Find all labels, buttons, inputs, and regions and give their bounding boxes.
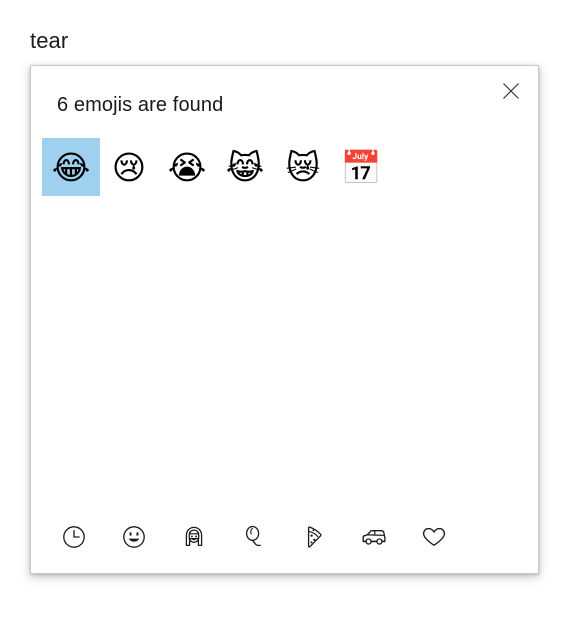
emoji-glyph: 😂 (51, 147, 91, 187)
category-button-transportation[interactable] (344, 515, 404, 559)
emoji-result-cat-with-tears-of-joy[interactable]: 😹 (216, 138, 274, 196)
category-button-symbols[interactable] (404, 515, 464, 559)
category-button-celebration[interactable] (224, 515, 284, 559)
clock-icon (61, 524, 87, 550)
emoji-results-grid: 😂 😢 😭 😹 😿 📅 (42, 138, 528, 196)
emoji-glyph: 😭 (167, 147, 207, 187)
emoji-glyph: 😹 (225, 147, 265, 187)
smiley-icon (121, 524, 147, 550)
results-header: 6 emojis are found (57, 94, 224, 116)
category-button-smileys[interactable] (104, 515, 164, 559)
category-button-food[interactable] (284, 515, 344, 559)
person-icon (181, 524, 207, 550)
car-icon (360, 524, 388, 550)
emoji-glyph: 😢 (111, 147, 147, 187)
emoji-glyph: 📅 (340, 147, 382, 187)
close-icon (502, 82, 520, 100)
emoji-picker-panel: 6 emojis are found 😂 😢 😭 😹 😿 📅 (30, 65, 539, 574)
category-button-people[interactable] (164, 515, 224, 559)
search-term-text: tear (30, 28, 69, 53)
emoji-result-calendar[interactable]: 📅 (332, 138, 390, 196)
emoji-result-crying-face[interactable]: 😢 (100, 138, 158, 196)
heart-icon (420, 524, 448, 550)
pizza-icon (301, 524, 327, 550)
close-button[interactable] (488, 72, 534, 110)
category-button-recent[interactable] (44, 515, 104, 559)
emoji-result-crying-cat[interactable]: 😿 (274, 138, 332, 196)
emoji-result-loudly-crying-face[interactable]: 😭 (158, 138, 216, 196)
balloon-icon (241, 524, 267, 550)
emoji-result-face-with-tears-of-joy[interactable]: 😂 (42, 138, 100, 196)
emoji-glyph: 😿 (285, 147, 321, 187)
category-bar (31, 511, 538, 563)
